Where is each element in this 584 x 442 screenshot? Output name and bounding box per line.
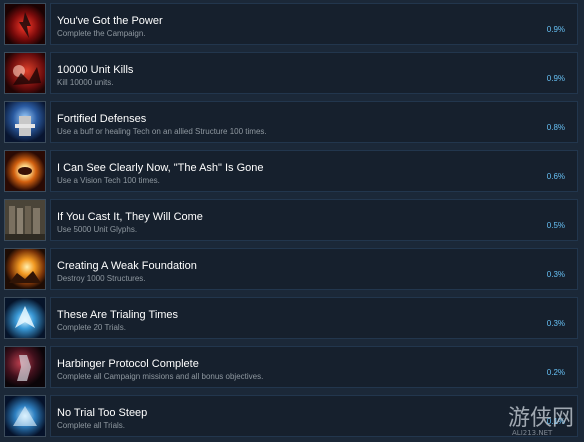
achievement-description: Use a buff or healing Tech on an allied … [57, 127, 267, 136]
achievement-row[interactable]: Creating A Weak Foundation Destroy 1000 … [0, 246, 584, 291]
achievement-row[interactable]: No Trial Too Steep Complete all Trials. … [0, 393, 584, 438]
achievement-percent: 0.5% [546, 221, 565, 230]
achievement-description: Complete all Campaign missions and all b… [57, 372, 264, 381]
fortified-icon [4, 101, 46, 143]
achievement-description: Kill 10000 units. [57, 78, 114, 87]
power-icon [4, 3, 46, 45]
achievement-percent: 0.9% [546, 25, 565, 34]
achievement-percent: 0.3% [546, 319, 565, 328]
achievement-row[interactable]: Fortified Defenses Use a buff or healing… [0, 99, 584, 144]
achievement-description: Complete 20 Trials. [57, 323, 126, 332]
achievement-title: Creating A Weak Foundation [57, 260, 197, 272]
achievement-description: Destroy 1000 Structures. [57, 274, 146, 283]
svg-text:游侠网: 游侠网 [508, 406, 574, 431]
achievement-row[interactable]: If You Cast It, They Will Come Use 5000 … [0, 197, 584, 242]
achievement-description: Use 5000 Unit Glyphs. [57, 225, 138, 234]
achievement-title: Fortified Defenses [57, 113, 147, 125]
achievement-percent: 0.6% [546, 172, 565, 181]
achievement-row[interactable]: I Can See Clearly Now, "The Ash" Is Gone… [0, 148, 584, 193]
achievement-list: You've Got the Power Complete the Campai… [0, 0, 584, 442]
achievement-title: No Trial Too Steep [57, 407, 148, 419]
svg-text:ALI213.NET: ALI213.NET [512, 429, 553, 437]
achievement-percent: 0.3% [546, 270, 565, 279]
trials-icon [4, 297, 46, 339]
achievement-row[interactable]: These Are Trialing Times Complete 20 Tri… [0, 295, 584, 340]
achievement-row[interactable]: Harbinger Protocol Complete Complete all… [0, 344, 584, 389]
achievement-title: You've Got the Power [57, 15, 163, 27]
achievement-title: These Are Trialing Times [57, 309, 179, 321]
explosion-icon [4, 248, 46, 290]
watermark-logo: 游侠网 ALI213.NET [506, 397, 582, 437]
achievement-description: Complete all Trials. [57, 421, 126, 430]
trials-all-icon [4, 395, 46, 437]
achievement-description: Use a Vision Tech 100 times. [57, 176, 160, 185]
achievement-title: If You Cast It, They Will Come [57, 211, 203, 223]
eye-icon [4, 150, 46, 192]
achievement-row[interactable]: 10000 Unit Kills Kill 10000 units. 0.9% [0, 50, 584, 95]
achievement-percent: 0.9% [546, 74, 565, 83]
glyphs-icon [4, 199, 46, 241]
achievement-percent: 0.8% [546, 123, 565, 132]
unit-kills-icon [4, 52, 46, 94]
achievement-title: Harbinger Protocol Complete [57, 358, 199, 370]
achievement-percent: 0.2% [546, 368, 565, 377]
achievement-row[interactable]: You've Got the Power Complete the Campai… [0, 1, 584, 46]
harbinger-icon [4, 346, 46, 388]
achievement-title: 10000 Unit Kills [57, 64, 134, 76]
achievement-description: Complete the Campaign. [57, 29, 146, 38]
achievement-title: I Can See Clearly Now, "The Ash" Is Gone [57, 162, 264, 174]
